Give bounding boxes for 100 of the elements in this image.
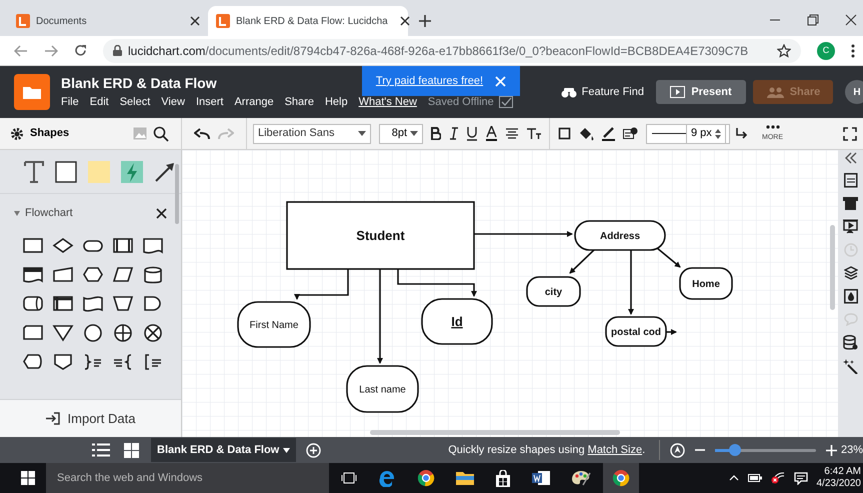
zoom-level[interactable]: 23% [840,442,863,458]
attribute-node[interactable]: city [526,276,581,307]
page-tab[interactable]: Blank ERD & Data Flow [151,438,296,462]
address-bar[interactable]: lucidchart.com/documents/edit/8794cb47-826a-468f-926a-e17bb8661f3e/0_0?beaconFlowId=BCB8DEA4E7309C7B [103,38,801,62]
subprocess-icon[interactable] [112,236,134,255]
menu-item[interactable]: View [161,94,185,110]
rectangle-icon[interactable] [22,236,44,255]
connector-icon[interactable] [736,126,748,140]
circle-cross-icon[interactable] [142,323,164,342]
scrollbar[interactable] [370,430,620,435]
new-tab-icon[interactable] [418,14,432,28]
internal-storage-icon[interactable] [52,294,74,313]
search-icon[interactable] [153,126,169,142]
more-menu-icon[interactable] [851,44,855,58]
menu-item[interactable]: Share [284,94,314,110]
brace-note-icon[interactable] [82,352,104,371]
clock[interactable]: 6:42 AM 4/23/2020 [816,466,861,490]
line-width-field[interactable]: 9 px [686,124,726,144]
feature-find-button[interactable]: Feature Find [560,84,644,100]
menu-item[interactable]: Edit [90,94,109,110]
key-attribute-node[interactable]: Id [421,298,493,345]
notification-icon[interactable] [794,472,808,484]
shape-border-icon[interactable] [558,127,571,140]
attribute-node[interactable]: Home [679,267,733,300]
display-shape-icon[interactable] [22,352,44,371]
manual-input-icon[interactable] [52,265,74,284]
back-arrow-icon[interactable] [14,44,28,56]
hexagon-icon[interactable] [82,265,104,284]
close-icon[interactable] [156,208,167,218]
menu-item[interactable]: File [61,94,79,110]
document-shape-icon[interactable] [142,236,164,255]
drop-icon[interactable] [844,289,858,304]
font-size-dropdown[interactable]: 8pt [379,124,423,144]
profile-avatar[interactable]: C [817,42,835,60]
bold-icon[interactable] [431,127,441,140]
attribute-node[interactable]: First Name [237,301,311,348]
network-warning-icon[interactable] [770,472,784,484]
paint-palette-icon[interactable] [571,470,591,486]
chrome-icon[interactable] [417,469,435,487]
list-view-icon[interactable] [92,443,110,457]
collapse-icon[interactable] [844,152,856,164]
zoom-in-icon[interactable] [826,444,837,456]
parallelogram-icon[interactable] [112,265,134,284]
menu-item[interactable]: Help [324,94,348,110]
card-shape-icon[interactable] [22,323,44,342]
file-folder-icon[interactable] [456,470,474,486]
presentation-icon[interactable] [843,219,858,234]
circle-plus-icon[interactable] [112,323,134,342]
entity-box[interactable]: Student [286,201,475,270]
fullscreen-icon[interactable] [843,126,857,140]
square-tool-icon[interactable] [55,160,77,182]
zoom-slider[interactable] [715,444,816,456]
compass-icon[interactable] [670,442,686,458]
undo-icon[interactable] [194,128,210,140]
user-avatar[interactable]: H [845,80,863,104]
underline-icon[interactable] [467,126,477,140]
layers-icon[interactable] [844,266,858,280]
browser-tab[interactable]: Blank ERD & Data Flow: Lucidcha [208,6,408,36]
edge-browser-icon[interactable] [378,469,396,487]
attribute-node[interactable]: Address [574,220,666,251]
menu-item[interactable]: Arrange [234,94,274,110]
magic-wand-icon[interactable] [843,359,858,374]
diamond-icon[interactable] [52,236,74,255]
store-bag-icon[interactable] [495,470,511,486]
section-title[interactable]: Flowchart [25,204,151,222]
delay-icon[interactable] [142,294,164,313]
trapezoid-icon[interactable] [112,294,134,313]
active-app-button[interactable] [603,463,639,493]
italic-icon[interactable] [450,127,458,140]
task-view-icon[interactable] [341,472,357,484]
menu-item[interactable]: Insert [196,94,224,110]
match-size-link[interactable]: Match Size [588,444,642,456]
close-icon[interactable] [400,16,410,26]
page-settings-icon[interactable] [844,173,858,188]
lucid-logo-icon[interactable] [14,74,50,110]
add-page-icon[interactable] [306,442,322,458]
slider-thumb[interactable] [729,444,742,456]
arrow-tool-icon[interactable] [154,160,176,182]
text-options-icon[interactable] [527,128,541,140]
import-data-button[interactable]: Import Data [0,400,181,437]
bracket-note-icon[interactable] [142,352,164,371]
reload-icon[interactable] [74,44,87,57]
tape-icon[interactable] [82,294,104,313]
line-style-icon[interactable] [623,127,638,140]
text-tool-icon[interactable] [24,158,44,184]
attribute-node[interactable]: Last name [346,365,419,413]
scrollbar[interactable] [830,225,835,310]
close-icon[interactable] [190,16,200,26]
battery-icon[interactable] [748,474,762,482]
menu-item[interactable]: Select [120,94,150,110]
present-button[interactable]: Present [656,80,746,104]
circle-icon[interactable] [82,323,104,342]
brace-note-icon[interactable] [112,352,134,371]
database-icon[interactable] [843,335,858,350]
multi-document-icon[interactable] [22,265,44,284]
line-color-icon[interactable] [602,126,615,141]
stored-data-icon[interactable] [22,294,44,313]
lightning-icon[interactable] [121,160,143,182]
document-title[interactable]: Blank ERD & Data Flow [61,74,217,92]
text-color-icon[interactable] [486,126,497,141]
